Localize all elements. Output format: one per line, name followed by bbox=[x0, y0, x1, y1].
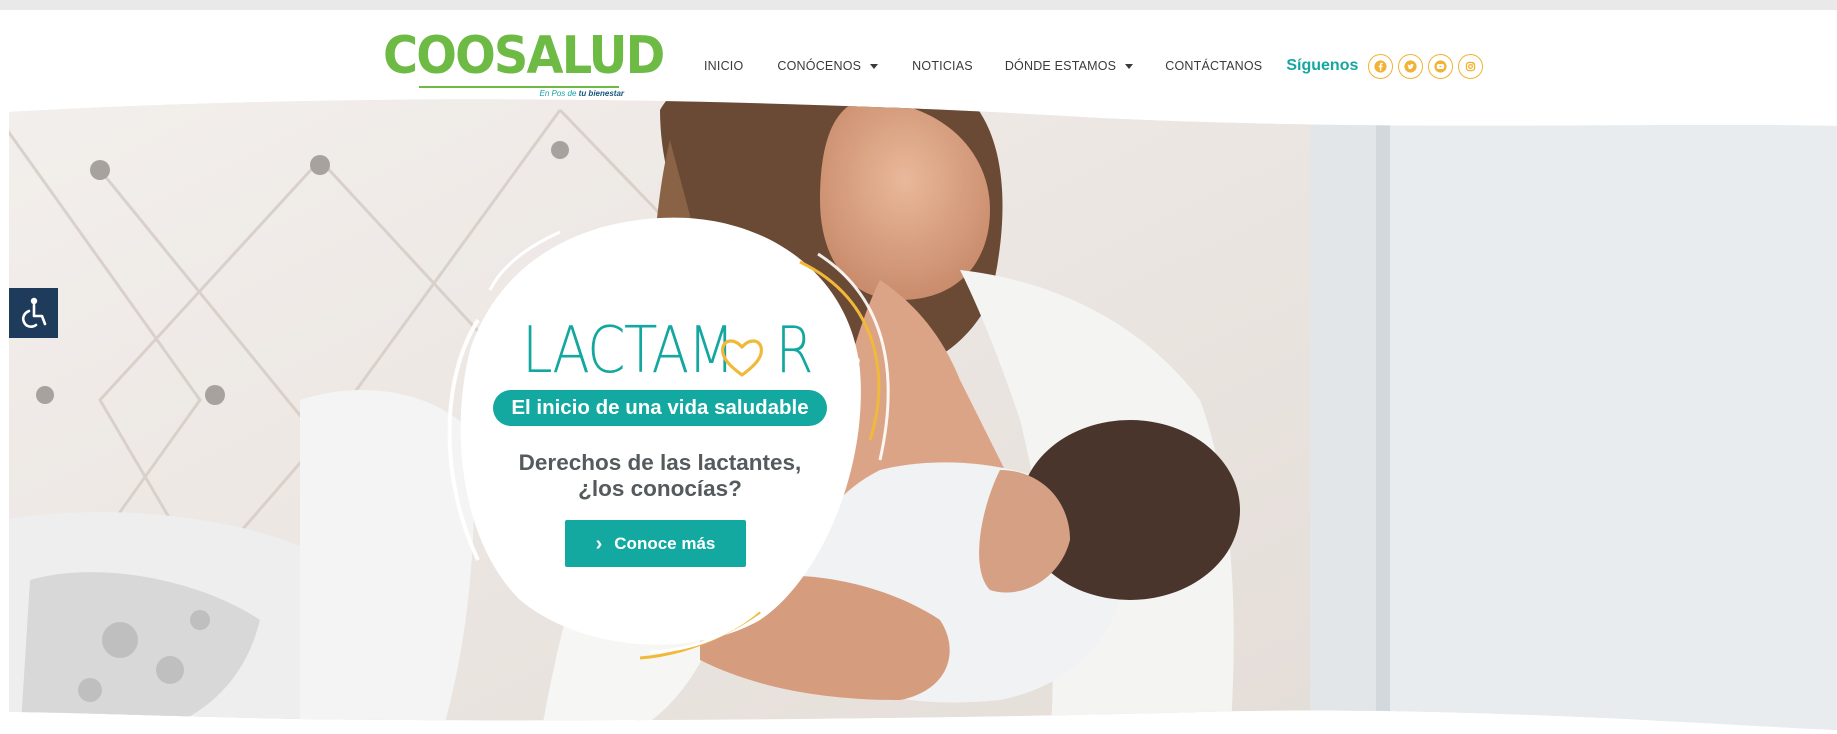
wheelchair-icon bbox=[21, 297, 46, 328]
subtitle-pill: El inicio de una vida saludable bbox=[493, 390, 827, 426]
nav-item-noticias[interactable]: NOTICIAS bbox=[912, 59, 973, 73]
caret-down-icon bbox=[1125, 63, 1134, 69]
nav-item-inicio[interactable]: INICIO bbox=[704, 59, 743, 73]
nav-item-label: NOTICIAS bbox=[912, 59, 973, 73]
heart-icon bbox=[721, 339, 763, 377]
cta-label: Conoce más bbox=[614, 533, 716, 553]
main-nav: INICIO CONÓCENOS NOTICIAS DÓNDE ESTAMOS … bbox=[704, 46, 1484, 86]
hero-photo bbox=[9, 99, 1837, 731]
nav-item-conocenos[interactable]: CONÓCENOS bbox=[777, 59, 879, 73]
youtube-icon[interactable] bbox=[1428, 53, 1454, 79]
logo-tagline-prefix: En Pos de bbox=[539, 89, 577, 98]
site-header: COOSALUD En Pos de tu bienestar INICIO C… bbox=[0, 10, 1837, 110]
chevron-right-icon: › bbox=[595, 532, 603, 555]
coosalud-logo[interactable]: COOSALUD En Pos de tu bienestar bbox=[383, 26, 665, 98]
nav-item-label: CONTÁCTANOS bbox=[1165, 59, 1263, 73]
lactamor-brand: LACTAM R bbox=[522, 314, 814, 388]
caret-down-icon bbox=[870, 63, 879, 69]
hero-banner bbox=[0, 0, 1837, 734]
card-blob bbox=[460, 217, 861, 645]
logo-tagline: En Pos de tu bienestar bbox=[540, 89, 625, 98]
nav-item-contactanos[interactable]: CONTÁCTANOS bbox=[1165, 59, 1262, 73]
top-gray-bar bbox=[0, 0, 1837, 10]
brand-text-part2: R bbox=[775, 314, 813, 388]
social-links bbox=[1368, 53, 1484, 79]
headline-line-2: ¿los conocías? bbox=[578, 476, 742, 501]
logo-underline bbox=[419, 86, 619, 88]
instagram-icon[interactable] bbox=[1458, 53, 1484, 79]
headline-line-1: Derechos de las lactantes, bbox=[518, 450, 802, 475]
nav-item-label: INICIO bbox=[704, 59, 744, 73]
facebook-icon[interactable] bbox=[1368, 53, 1394, 79]
nav-item-label: DÓNDE ESTAMOS bbox=[1004, 59, 1117, 73]
logo-wordmark: COOSALUD bbox=[383, 26, 665, 86]
nav-item-donde-estamos[interactable]: DÓNDE ESTAMOS bbox=[1004, 59, 1134, 73]
brand-text-part1: LACTAM bbox=[522, 314, 735, 388]
logo-tagline-emphasis: tu bienestar bbox=[578, 89, 624, 98]
nav-item-label: CONÓCENOS bbox=[777, 59, 862, 73]
card-headline: Derechos de las lactantes, ¿los conocías… bbox=[473, 450, 847, 502]
twitter-icon[interactable] bbox=[1398, 53, 1424, 79]
accessibility-button[interactable] bbox=[9, 288, 58, 338]
conoce-mas-button[interactable]: › Conoce más bbox=[565, 520, 746, 567]
follow-label: Síguenos bbox=[1286, 57, 1359, 74]
